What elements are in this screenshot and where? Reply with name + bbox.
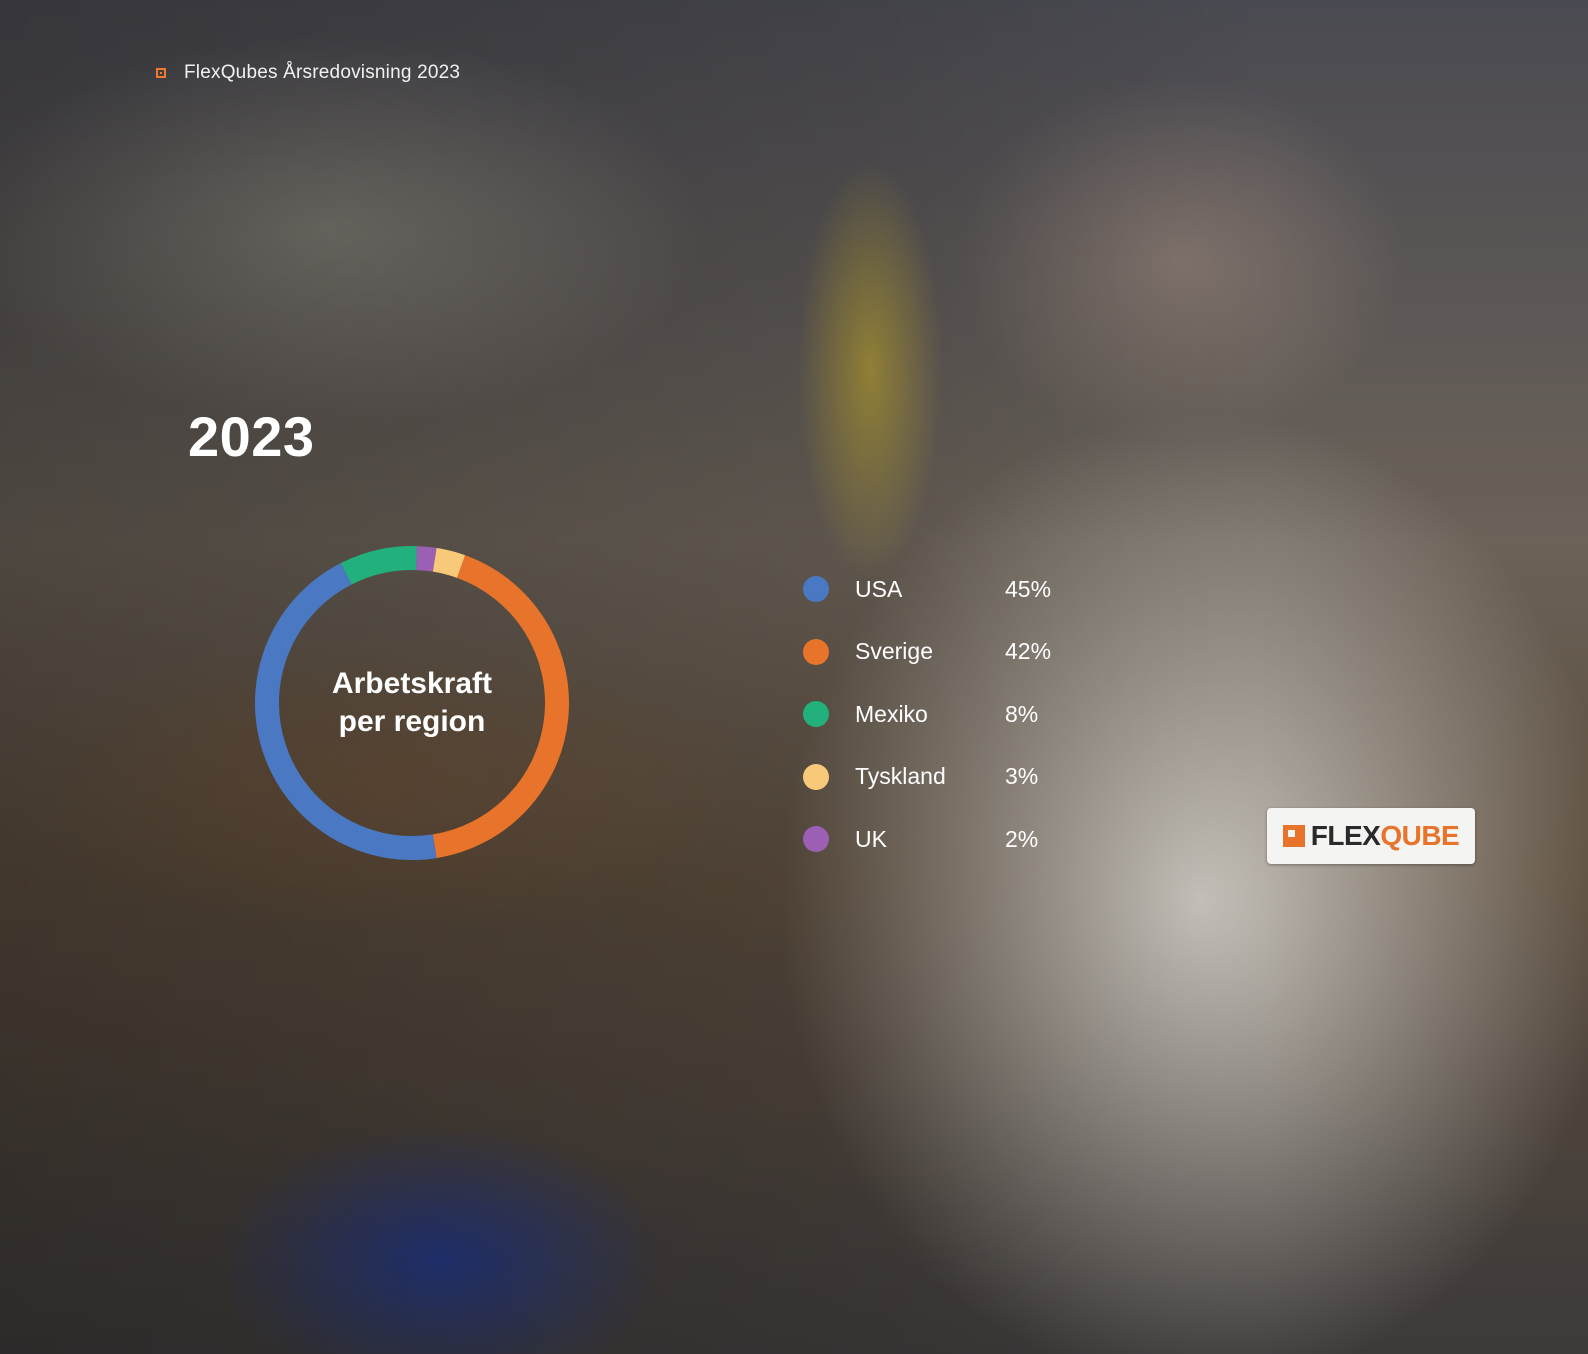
legend-value: 3% xyxy=(1005,763,1039,790)
document-title: FlexQubes Årsredovisning 2023 xyxy=(184,62,461,83)
legend-value: 45% xyxy=(1005,575,1052,602)
legend-value: 42% xyxy=(1005,638,1052,665)
legend-row-uk: UK 2% xyxy=(803,808,1051,871)
background-shade xyxy=(0,0,1588,1354)
report-header: FlexQubes Årsredovisning 2023 xyxy=(156,62,460,84)
legend-row-sverige: Sverige 42% xyxy=(803,621,1051,684)
legend-row-mexiko: Mexiko 8% xyxy=(803,683,1051,746)
legend-swatch xyxy=(803,638,829,665)
legend-label: Mexiko xyxy=(855,700,928,727)
legend-label: USA xyxy=(855,575,903,602)
flexqube-shirt-logo: FLEX QUBE xyxy=(1267,808,1475,864)
legend-swatch xyxy=(803,576,829,603)
legend-label: Sverige xyxy=(855,638,933,665)
legend-swatch xyxy=(803,701,829,728)
flexqube-logo-icon xyxy=(1282,825,1305,847)
logo-text-flex: FLEX xyxy=(1310,820,1381,851)
donut-title-line-1: Arbetskraft xyxy=(331,667,493,700)
legend-row-tyskland: Tyskland 3% xyxy=(803,746,1051,809)
legend-row-usa: USA 45% xyxy=(803,558,1051,621)
year-heading: 2023 xyxy=(188,405,315,468)
legend-swatch xyxy=(803,763,829,790)
legend-value: 8% xyxy=(1005,700,1039,727)
flexqube-mark-icon xyxy=(156,68,166,78)
legend-value: 2% xyxy=(1005,825,1039,852)
donut-title-line-2: per region xyxy=(338,705,486,738)
logo-text-qube: QUBE xyxy=(1380,820,1460,851)
legend-label: Tyskland xyxy=(855,763,946,790)
legend-label: UK xyxy=(855,825,887,852)
legend-swatch xyxy=(803,826,829,853)
donut-center-title: Arbetskraft per region xyxy=(252,543,572,863)
workforce-donut-chart: Arbetskraft per region xyxy=(252,543,572,863)
chart-legend: USA 45% Sverige 42% Mexiko 8% Tyskland 3… xyxy=(803,558,1051,871)
